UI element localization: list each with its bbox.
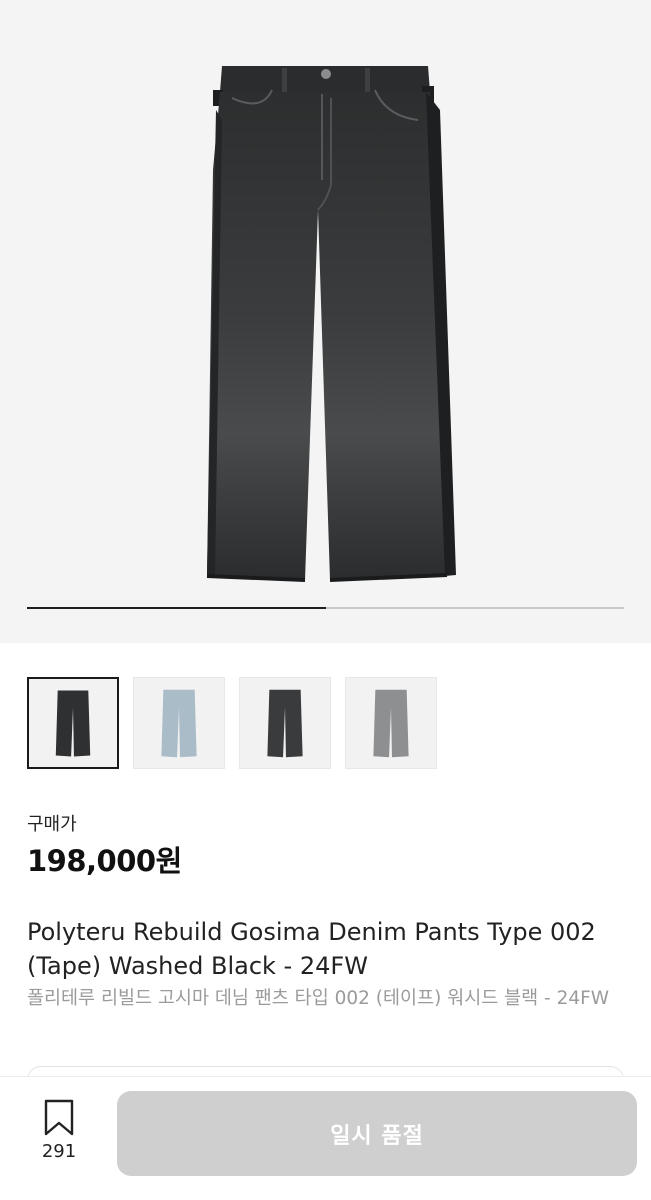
product-image-gallery[interactable] <box>0 0 651 643</box>
pants-thumbnail-icon <box>161 689 197 758</box>
thumbnail-washed-black[interactable] <box>27 677 119 769</box>
price-label: 구매가 <box>27 814 77 835</box>
thumbnail-strip <box>27 677 437 769</box>
bookmark-icon <box>44 1099 74 1136</box>
bookmark-count: 291 <box>41 1141 77 1162</box>
bottom-action-bar: 291 일시 품절 <box>0 1076 651 1200</box>
thumbnail-light-blue[interactable] <box>133 677 225 769</box>
pants-thumbnail-icon <box>267 689 303 758</box>
gallery-progress-fill <box>27 607 326 609</box>
gallery-progress-bar <box>27 607 624 609</box>
thumbnail-grey[interactable] <box>345 677 437 769</box>
sold-out-button[interactable]: 일시 품절 <box>117 1091 637 1176</box>
pants-thumbnail-icon <box>373 689 409 758</box>
pants-thumbnail-icon <box>55 690 91 757</box>
price: 198,000원 <box>27 844 182 878</box>
bookmark-button[interactable]: 291 <box>28 1099 90 1171</box>
product-title-english: Polyteru Rebuild Gosima Denim Pants Type… <box>27 918 596 980</box>
product-title-korean: 폴리테루 리빌드 고시마 데님 팬츠 타입 002 (테이프) 워시드 블랙 -… <box>27 988 610 1009</box>
denim-pants-image <box>206 66 456 582</box>
thumbnail-dark-charcoal[interactable] <box>239 677 331 769</box>
